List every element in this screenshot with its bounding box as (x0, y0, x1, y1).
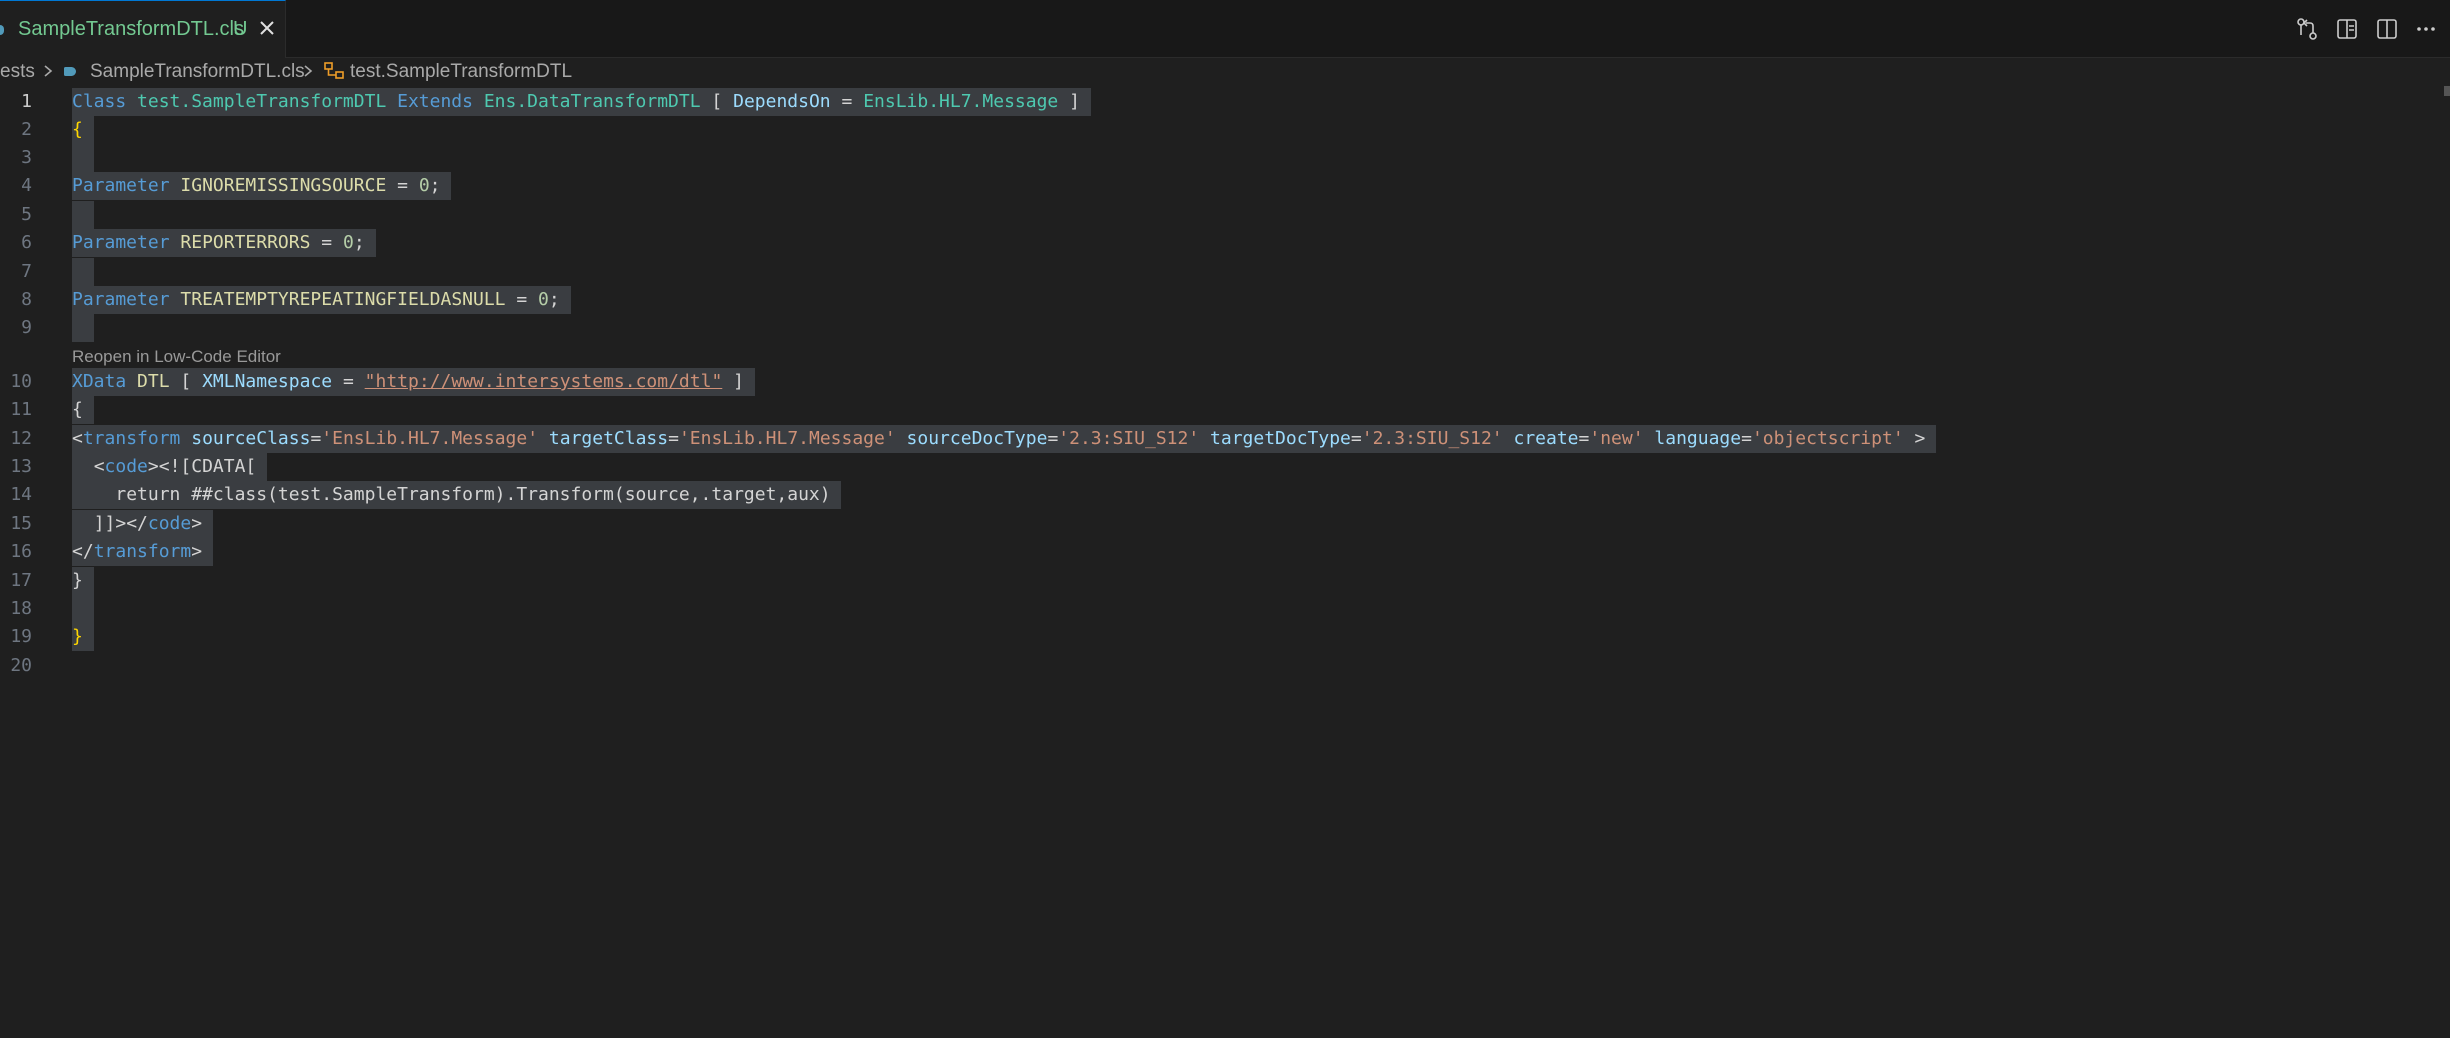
code-line: } (72, 567, 94, 595)
line-number: 2 (21, 119, 32, 140)
code-line: { (72, 116, 94, 144)
code-line: </transform> (72, 538, 213, 566)
chevron-right-icon (44, 65, 53, 77)
breadcrumb: ests SampleTransformDTL.cls test.SampleT… (0, 58, 2450, 84)
more-actions-icon[interactable] (2414, 17, 2438, 41)
code-line: return ##class(test.SampleTransform).Tra… (72, 481, 842, 509)
code-line: Class test.SampleTransformDTL Extends En… (72, 88, 1091, 116)
line-number: 18 (10, 598, 32, 619)
tab-bar: SampleTransformDTL.cls U (0, 0, 2450, 58)
file-type-icon (64, 67, 76, 76)
code-line: XData DTL [ XMLNamespace = "http://www.i… (72, 368, 755, 396)
tab-filename: SampleTransformDTL.cls (18, 18, 244, 40)
chevron-right-icon (304, 65, 313, 77)
line-number: 19 (10, 626, 32, 647)
line-number: 4 (21, 175, 32, 196)
code-line: Parameter TREATEMPTYREPEATINGFIELDASNULL… (72, 286, 571, 314)
breadcrumb-symbol[interactable]: test.SampleTransformDTL (350, 61, 572, 83)
line-number: 1 (21, 91, 32, 112)
code-line: ]]></code> (72, 510, 213, 538)
breadcrumb-file[interactable]: SampleTransformDTL.cls (90, 61, 305, 83)
line-number: 8 (21, 289, 32, 310)
code-line: <transform sourceClass='EnsLib.HL7.Messa… (72, 425, 1937, 453)
code-line: Parameter REPORTERRORS = 0; (72, 229, 376, 257)
code-line: Parameter IGNOREMISSINGSOURCE = 0; (72, 172, 452, 200)
line-number: 12 (10, 428, 32, 449)
code-line: } (72, 623, 94, 651)
open-preview-icon[interactable] (2335, 17, 2359, 41)
line-number: 15 (10, 513, 32, 534)
line-number: 13 (10, 456, 32, 477)
file-type-icon (0, 25, 4, 35)
code-line (72, 144, 94, 172)
line-number: 10 (10, 371, 32, 392)
code-editor[interactable]: 1 2 3 4 5 6 7 8 9 10 11 12 13 14 15 16 1… (0, 88, 2450, 1038)
line-number: 9 (21, 317, 32, 338)
close-icon[interactable] (256, 17, 278, 39)
line-number: 14 (10, 484, 32, 505)
editor-tab[interactable]: SampleTransformDTL.cls U (0, 0, 286, 58)
class-symbol-icon (324, 62, 344, 79)
code-line (72, 314, 94, 342)
line-number: 5 (21, 204, 32, 225)
line-number: 11 (10, 399, 32, 420)
code-line (72, 201, 94, 229)
open-changes-icon[interactable] (2295, 17, 2319, 41)
code-line: <code><![CDATA[ (72, 453, 268, 481)
split-editor-icon[interactable] (2375, 17, 2399, 41)
line-number: 16 (10, 541, 32, 562)
line-number: 7 (21, 261, 32, 282)
breadcrumb-folder[interactable]: ests (0, 61, 35, 83)
codelens-reopen-low-code[interactable]: Reopen in Low-Code Editor (72, 347, 281, 367)
tab-git-status: U (233, 18, 248, 40)
line-number: 6 (21, 232, 32, 253)
line-number: 17 (10, 570, 32, 591)
code-line (72, 258, 94, 286)
scrollbar-marker[interactable] (2444, 86, 2450, 96)
code-line: { (72, 396, 94, 424)
code-line (72, 595, 94, 623)
namespace-link[interactable]: "http://www.intersystems.com/dtl" (365, 371, 723, 392)
line-number: 3 (21, 147, 32, 168)
line-number: 20 (10, 655, 32, 676)
